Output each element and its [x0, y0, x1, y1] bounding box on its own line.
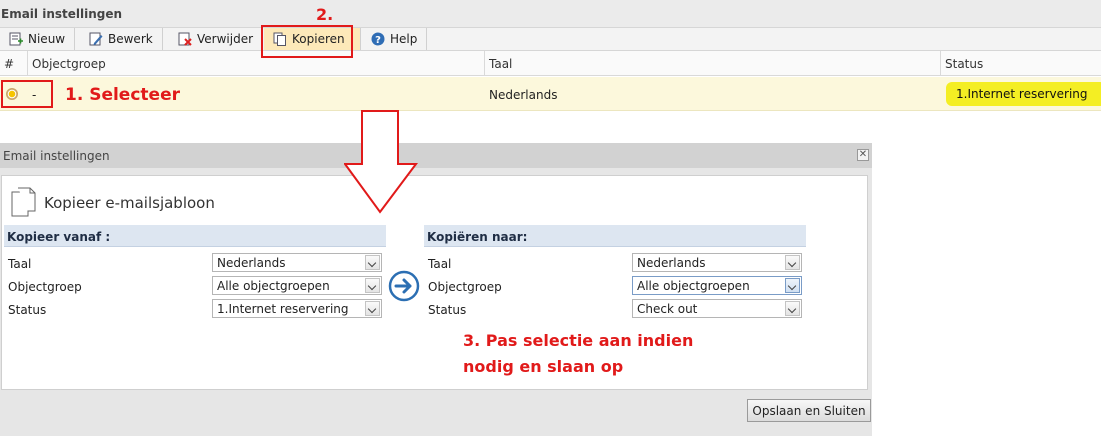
new-label: Nieuw — [28, 32, 66, 46]
delete-label: Verwijder — [197, 32, 254, 46]
annotation-step-1: 1. Selecteer — [65, 85, 180, 105]
annotation-step-3-line-2: nodig en slaan op — [463, 357, 624, 376]
from-objectgroup-label: Objectgroep — [8, 280, 82, 294]
dialog-title: Email instellingen — [0, 143, 872, 168]
to-objectgroup-value: Alle objectgroepen — [637, 279, 750, 293]
delete-icon — [178, 32, 192, 46]
help-label: Help — [390, 32, 418, 46]
close-icon[interactable]: ✕ — [857, 149, 869, 161]
to-language-label: Taal — [428, 257, 452, 271]
status-badge: 1.Internet reservering — [946, 82, 1101, 106]
dialog-heading: Kopieer e-mailsjabloon — [44, 194, 215, 212]
arrow-right-icon — [388, 270, 420, 302]
copy-from-header: Kopieer vanaf : — [4, 225, 386, 247]
column-header-status[interactable]: Status — [940, 51, 983, 76]
edit-button[interactable]: Bewerk — [80, 28, 163, 50]
toolbar: Nieuw Bewerk Verwijder Kopieren ? Help — [0, 27, 1101, 51]
annotation-step-3-line-1: 3. Pas selectie aan indien — [463, 331, 694, 350]
to-language-select[interactable]: Nederlands — [632, 253, 802, 272]
panel-title: Email instellingen — [0, 0, 1101, 27]
annotation-step-2: 2. — [316, 5, 334, 24]
chevron-down-icon[interactable] — [785, 255, 800, 270]
chevron-down-icon[interactable] — [365, 278, 380, 293]
from-objectgroup-select[interactable]: Alle objectgroepen — [212, 276, 382, 295]
chevron-down-icon[interactable] — [785, 278, 800, 293]
edit-icon — [89, 32, 103, 46]
column-header-number[interactable]: # — [0, 51, 14, 76]
delete-button[interactable]: Verwijder — [169, 28, 264, 50]
to-language-value: Nederlands — [637, 256, 706, 270]
annotation-select-box — [1, 80, 53, 108]
to-status-value: Check out — [637, 302, 698, 316]
from-status-value: 1.Internet reservering — [217, 302, 349, 316]
svg-text:?: ? — [375, 35, 381, 46]
from-language-value: Nederlands — [217, 256, 286, 270]
new-icon — [9, 32, 23, 46]
from-language-label: Taal — [8, 257, 32, 271]
grid-header: # Objectgroep Taal Status — [0, 51, 1101, 76]
row-language: Nederlands — [489, 88, 558, 102]
column-header-language[interactable]: Taal — [484, 51, 512, 76]
from-objectgroup-value: Alle objectgroepen — [217, 279, 330, 293]
annotation-copy-box — [261, 25, 353, 58]
copy-to-header: Kopiëren naar: — [424, 225, 806, 247]
chevron-down-icon[interactable] — [785, 301, 800, 316]
to-objectgroup-label: Objectgroep — [428, 280, 502, 294]
help-button[interactable]: ? Help — [362, 28, 428, 50]
down-arrow-tip-icon — [344, 143, 418, 214]
from-status-label: Status — [8, 303, 47, 317]
edit-label: Bewerk — [108, 32, 153, 46]
document-copy-icon — [11, 187, 36, 217]
column-header-objectgroup[interactable]: Objectgroep — [27, 51, 106, 76]
from-language-select[interactable]: Nederlands — [212, 253, 382, 272]
to-status-select[interactable]: Check out — [632, 299, 802, 318]
help-icon: ? — [371, 32, 385, 46]
save-and-close-button[interactable]: Opslaan en Sluiten — [747, 399, 871, 422]
chevron-down-icon[interactable] — [365, 301, 380, 316]
to-status-label: Status — [428, 303, 467, 317]
from-status-select[interactable]: 1.Internet reservering — [212, 299, 382, 318]
new-button[interactable]: Nieuw — [0, 28, 76, 50]
chevron-down-icon[interactable] — [365, 255, 380, 270]
to-objectgroup-select[interactable]: Alle objectgroepen — [632, 276, 802, 295]
